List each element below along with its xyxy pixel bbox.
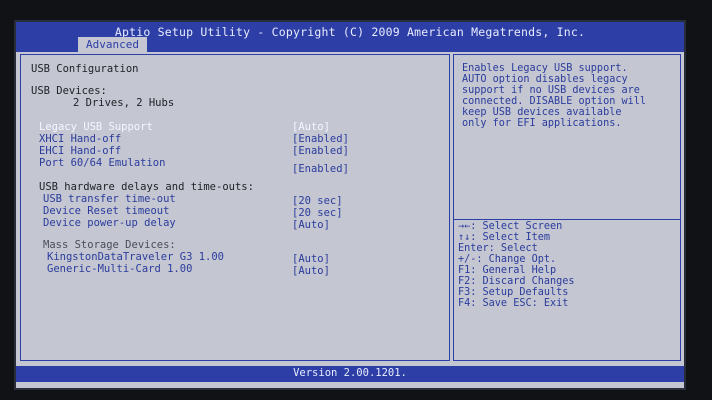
- key-enter-select: Enter: Select: [458, 243, 538, 254]
- setting-xhci-hand-off-value[interactable]: [Enabled]: [292, 133, 349, 145]
- mass-storage-device-kingston[interactable]: KingstonDataTraveler G3 1.00: [47, 251, 224, 263]
- key-select-item: ↑↓: Select Item: [458, 232, 551, 243]
- version-label: Version 2.00.1201.: [293, 367, 407, 379]
- setting-legacy-usb-support-value[interactable]: [Auto]: [292, 121, 330, 133]
- help-panel: Enables Legacy USB support. AUTO option …: [453, 54, 681, 361]
- setting-device-power-up-delay-value[interactable]: [Auto]: [292, 219, 330, 231]
- setting-device-reset-timeout[interactable]: Device Reset timeout: [43, 205, 169, 217]
- mass-storage-heading: Mass Storage Devices:: [43, 239, 176, 251]
- setting-usb-transfer-timeout[interactable]: USB transfer time-out: [43, 193, 176, 205]
- setting-ehci-hand-off[interactable]: EHCI Hand-off: [39, 145, 121, 157]
- setting-ehci-hand-off-value[interactable]: [Enabled]: [292, 145, 349, 157]
- mass-storage-device-generic[interactable]: Generic-Multi-Card 1.00: [47, 263, 192, 275]
- delays-heading: USB hardware delays and time-outs:: [39, 181, 254, 193]
- key-discard-changes: F2: Discard Changes: [458, 276, 575, 287]
- setting-device-reset-timeout-value[interactable]: [20 sec]: [292, 207, 343, 219]
- key-setup-defaults: F3: Setup Defaults: [458, 287, 569, 298]
- settings-panel: USB Configuration USB Devices: 2 Drives,…: [20, 54, 450, 361]
- key-general-help: F1: General Help: [458, 265, 557, 276]
- help-text: Enables Legacy USB support. AUTO option …: [462, 63, 647, 129]
- key-select-screen: →←: Select Screen: [458, 221, 563, 232]
- setting-xhci-hand-off[interactable]: XHCI Hand-off: [39, 133, 121, 145]
- bios-screen: Aptio Setup Utility - Copyright (C) 2009…: [16, 22, 684, 388]
- key-legend: →←: Select Screen ↑↓: Select Item Enter:…: [458, 221, 678, 309]
- title-bar: Aptio Setup Utility - Copyright (C) 2009…: [16, 22, 684, 52]
- mass-storage-device-kingston-value[interactable]: [Auto]: [292, 253, 330, 265]
- setting-usb-transfer-timeout-value[interactable]: [20 sec]: [292, 195, 343, 207]
- setting-device-power-up-delay[interactable]: Device power-up delay: [43, 217, 176, 229]
- usb-devices-value: 2 Drives, 2 Hubs: [73, 97, 175, 109]
- help-divider: [454, 219, 680, 220]
- usb-devices-label: USB Devices:: [31, 85, 107, 97]
- setting-legacy-usb-support[interactable]: Legacy USB Support: [39, 121, 153, 133]
- mass-storage-device-generic-value[interactable]: [Auto]: [292, 265, 330, 277]
- setting-port-60-64-emulation-value[interactable]: [Enabled]: [292, 163, 349, 175]
- status-bar: Version 2.00.1201.: [16, 366, 684, 382]
- section-title: USB Configuration: [31, 63, 139, 75]
- setting-port-60-64-emulation[interactable]: Port 60/64 Emulation: [39, 157, 165, 169]
- key-change-opt: +/-: Change Opt.: [458, 254, 557, 265]
- tab-advanced[interactable]: Advanced: [78, 37, 147, 52]
- key-save-exit: F4: Save ESC: Exit: [458, 298, 569, 309]
